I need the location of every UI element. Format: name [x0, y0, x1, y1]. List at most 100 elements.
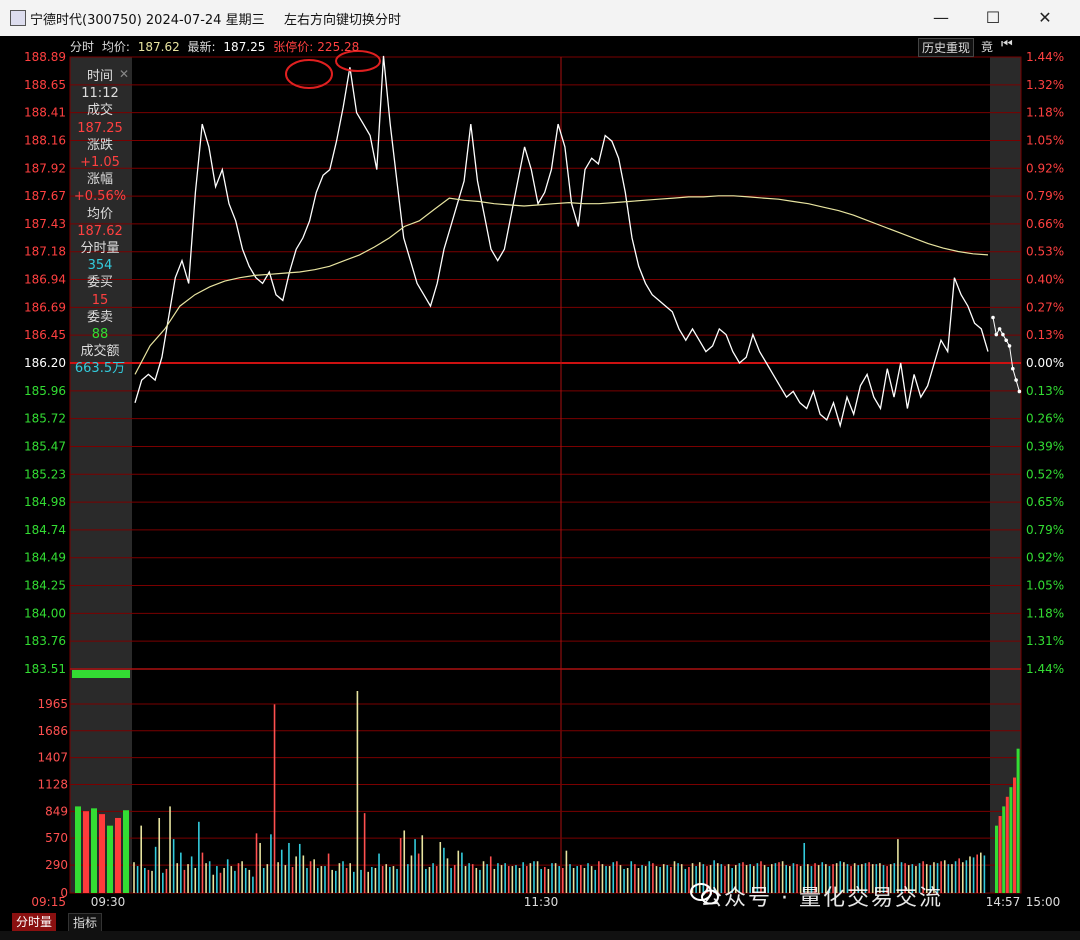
amount-label: 成交额 [80, 344, 120, 360]
annotation-circle [285, 59, 333, 89]
chart-frame [69, 56, 1022, 894]
fenshi-label: 分时 [70, 40, 95, 54]
time-tick-label: 14:57 [986, 895, 1021, 909]
price-tick-label: 185.96 [24, 384, 66, 398]
pct-tick-label: 0.00% [1026, 356, 1064, 370]
price-tick-label: 183.76 [24, 634, 66, 648]
price-tick-label: 184.98 [24, 495, 66, 509]
pct-tick-label: 0.65% [1026, 495, 1064, 509]
bid-value: 15 [91, 292, 109, 308]
info-panel-close-icon[interactable]: ✕ [119, 67, 129, 81]
info-panel: 时间 11:12 成交 187.25 涨跌 +1.05 涨幅 +0.56% 均价… [70, 68, 130, 378]
latest-price-label: 最新: [187, 40, 216, 54]
price-tick-label: 187.67 [24, 189, 66, 203]
pct-tick-label: 0.79% [1026, 189, 1064, 203]
pct-label: 涨幅 [86, 172, 113, 188]
pct-tick-label: 0.13% [1026, 328, 1064, 342]
time-value: 11:12 [81, 86, 119, 102]
price-tick-label: 186.94 [24, 273, 66, 287]
price-tick-label: 188.89 [24, 50, 66, 64]
price-tick-label: 185.23 [24, 467, 66, 481]
price-tick-label: 185.47 [24, 439, 66, 453]
trade-value: 187.25 [77, 120, 123, 136]
pct-tick-label: 0.66% [1026, 217, 1064, 231]
avg-price-label: 均价: [101, 40, 130, 54]
ask-label: 委卖 [86, 309, 113, 325]
pre-auction-volume-bar [75, 806, 81, 893]
intraday-chart[interactable]: 188.89 1.44% 188.65 1.32% 188.41 1.18% 188.16 1… [0, 0, 1080, 940]
closing-auction-volume-bar [1005, 796, 1009, 893]
pct-tick-label: 1.18% [1026, 106, 1064, 120]
price-tick-label: 188.16 [24, 133, 66, 147]
price-tick-label: 184.00 [24, 606, 66, 620]
pre-auction-volume-bar [115, 817, 121, 893]
pct-tick-label: 0.53% [1026, 245, 1064, 259]
limit-price-value: 225.28 [317, 40, 360, 54]
pre-auction-volume-bar [91, 808, 97, 893]
closing-auction-volume-bar [1009, 787, 1013, 893]
pct-tick-label: 1.44% [1026, 662, 1064, 676]
price-tick-label: 184.49 [24, 551, 66, 565]
change-value: +1.05 [80, 155, 120, 171]
pct-tick-label: 1.31% [1026, 634, 1064, 648]
volume-tick-label: 1965 [37, 697, 68, 711]
price-tick-label: 187.43 [24, 217, 66, 231]
tab-indicator[interactable]: 指标 [68, 913, 103, 933]
post-market-shade [990, 57, 1021, 893]
pct-tick-label: 0.40% [1026, 273, 1064, 287]
pct-tick-label: 1.05% [1026, 579, 1064, 593]
avg-label: 均价 [86, 206, 113, 222]
pre-auction-volume-bar [123, 810, 129, 893]
pct-tick-label: 0.52% [1026, 467, 1064, 481]
volume-value: 354 [87, 258, 113, 274]
pct-tick-label: 0.79% [1026, 523, 1064, 537]
indicator-tabs: 分时量 指标 [0, 913, 1080, 933]
watermark: 公众号 · 量化交易交流 [700, 886, 943, 911]
price-tick-label: 186.69 [24, 300, 66, 314]
pct-tick-label: 1.05% [1026, 133, 1064, 147]
pct-tick-label: 0.39% [1026, 439, 1064, 453]
price-tick-label: 186.45 [24, 328, 66, 342]
volume-tick-label: 1128 [37, 777, 68, 791]
price-tick-label: 188.65 [24, 78, 66, 92]
history-replay-button[interactable]: 历史重现 [918, 38, 975, 57]
pct-tick-label: 0.13% [1026, 384, 1064, 398]
chart-header: 分时 均价: 187.62 最新: 187.25 张停价: 225.28 [70, 38, 363, 55]
pct-tick-label: 1.32% [1026, 78, 1064, 92]
volume-tick-label: 1686 [37, 724, 68, 738]
closing-auction-volume-bar [998, 816, 1002, 893]
trade-label: 成交 [86, 103, 113, 119]
time-tick-label: 11:30 [524, 895, 559, 909]
bid-label: 委买 [86, 275, 113, 291]
status-bar [0, 931, 1080, 940]
closing-auction-volume-bar [1016, 748, 1020, 893]
price-tick-label: 184.25 [24, 579, 66, 593]
closing-auction-volume-bar [1002, 806, 1006, 893]
pct-tick-label: 0.92% [1026, 551, 1064, 565]
time-tick-label: 09:30 [91, 895, 126, 909]
amount-value: 663.5万 [74, 361, 126, 377]
volume-tick-label: 849 [45, 804, 68, 818]
price-tick-label: 186.20 [24, 356, 66, 370]
pct-tick-label: 0.26% [1026, 412, 1064, 426]
time-tick-label: 09:15 [31, 895, 66, 909]
volume-tick-label: 1407 [37, 751, 68, 765]
avg-price-value: 187.62 [137, 40, 180, 54]
volume-label: 分时量 [80, 241, 120, 257]
pre-auction-level-bar [72, 670, 130, 678]
pct-tick-label: 0.27% [1026, 300, 1064, 314]
avg-value: 187.62 [77, 223, 123, 239]
pct-tick-label: 1.44% [1026, 50, 1064, 64]
tab-volume[interactable]: 分时量 [12, 913, 57, 931]
ask-value: 88 [91, 327, 109, 343]
closing-auction-volume-bar [1013, 777, 1016, 893]
price-tick-label: 187.92 [24, 161, 66, 175]
pre-auction-volume-bar [99, 814, 105, 893]
pct-tick-label: 1.18% [1026, 606, 1064, 620]
back-arrow-icon[interactable]: ⏮ [1001, 37, 1013, 52]
auction-toggle-button[interactable]: 竟 [981, 38, 993, 55]
price-tick-label: 188.41 [24, 106, 66, 120]
pct-value: +0.56% [73, 189, 127, 205]
closing-auction-volume-bar [995, 825, 998, 893]
price-tick-label: 184.74 [24, 523, 66, 537]
